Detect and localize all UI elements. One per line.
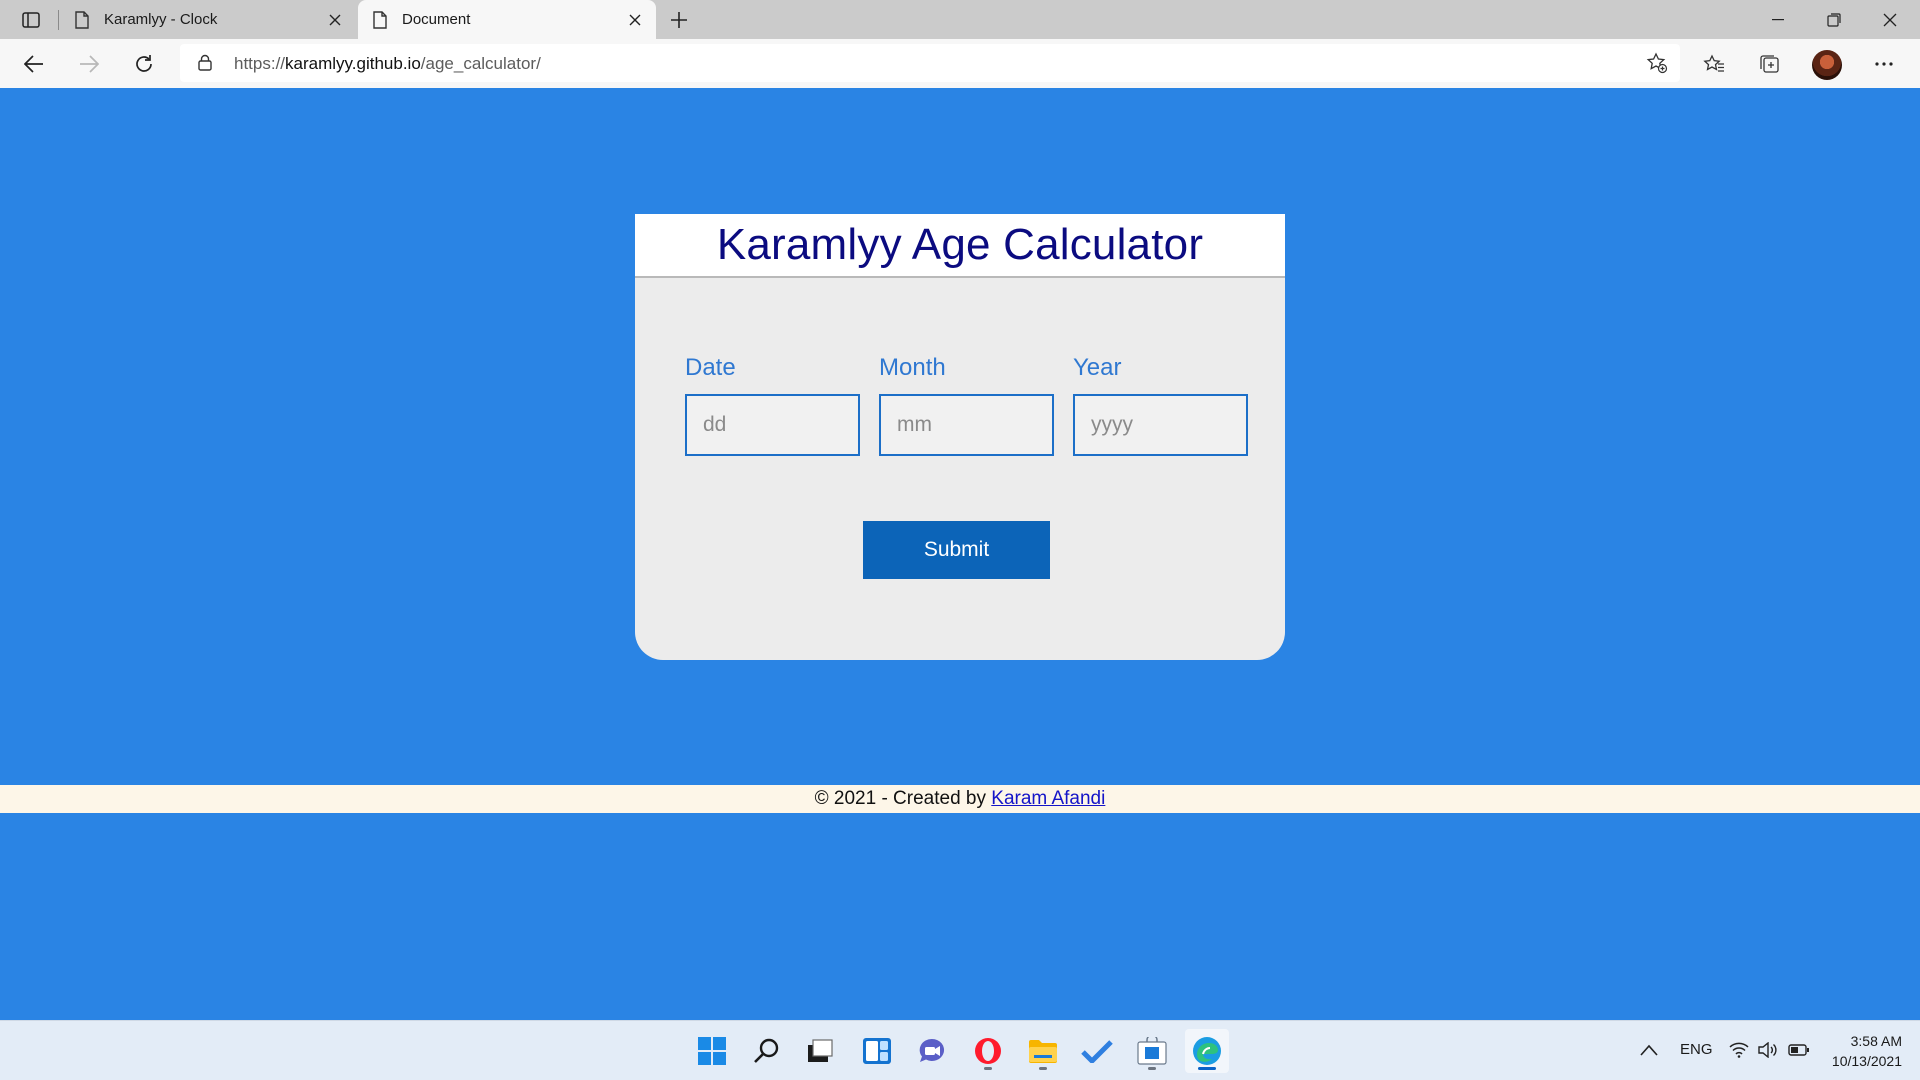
settings-menu-button[interactable]	[1866, 47, 1902, 81]
close-tab-icon[interactable]	[620, 5, 650, 35]
opera-button[interactable]	[966, 1029, 1010, 1073]
month-input[interactable]	[879, 394, 1054, 456]
restore-button[interactable]	[1806, 0, 1862, 39]
add-favorite-button[interactable]	[1644, 51, 1670, 75]
task-view-icon	[808, 1039, 833, 1062]
close-icon	[1883, 13, 1897, 26]
back-button[interactable]	[16, 47, 52, 81]
year-input[interactable]	[1073, 394, 1248, 456]
edge-button[interactable]	[1185, 1029, 1229, 1073]
forward-arrow-icon	[80, 55, 99, 73]
close-tab-icon[interactable]	[320, 5, 350, 35]
tab-document[interactable]: Document	[358, 0, 656, 39]
document-icon	[75, 10, 89, 29]
tab-strip: Karamlyy - Clock Document	[0, 0, 1920, 39]
url-scheme: https://	[234, 54, 286, 73]
star-add-icon	[1646, 52, 1668, 74]
browser-toolbar: https://karamlyy.github.io/age_calculato…	[0, 39, 1920, 88]
favorites-button[interactable]	[1696, 47, 1732, 81]
collections-icon	[1760, 55, 1779, 73]
url-text[interactable]: https://karamlyy.github.io/age_calculato…	[234, 54, 541, 74]
author-link[interactable]: Karam Afandi	[991, 788, 1105, 809]
plus-icon	[671, 12, 687, 28]
search-button[interactable]	[745, 1029, 789, 1073]
year-field-group: Year	[1073, 354, 1249, 456]
date-label: Date	[685, 354, 736, 381]
close-window-button[interactable]	[1862, 0, 1918, 39]
system-clock[interactable]: 3:58 AM 10/13/2021	[1832, 1031, 1902, 1071]
date-field-group: Date	[685, 354, 861, 456]
language-indicator[interactable]: ENG	[1680, 1041, 1713, 1058]
wifi-icon[interactable]	[1729, 1042, 1749, 1062]
start-button[interactable]	[690, 1029, 734, 1073]
todo-button[interactable]	[1075, 1029, 1119, 1073]
date-input[interactable]	[685, 394, 860, 456]
refresh-button[interactable]	[126, 47, 162, 81]
refresh-icon	[136, 55, 152, 72]
clock-date: 10/13/2021	[1831, 1053, 1902, 1069]
minimize-icon	[1772, 18, 1784, 20]
page-title: Karamlyy Age Calculator	[716, 220, 1204, 269]
profile-avatar[interactable]	[1812, 50, 1842, 80]
edge-icon	[1193, 1037, 1221, 1065]
tab-karamlyy-clock[interactable]: Karamlyy - Clock	[60, 0, 356, 39]
page-footer: © 2021 - Created by Karam Afandi	[0, 785, 1920, 813]
url-host: karamlyy.github.io	[285, 54, 421, 73]
favorites-icon	[1703, 54, 1724, 72]
lock-icon[interactable]	[198, 54, 212, 71]
year-label: Year	[1073, 354, 1122, 381]
widgets-button[interactable]	[855, 1029, 899, 1073]
chat-button[interactable]	[910, 1029, 954, 1073]
chevron-up-icon	[1640, 1044, 1658, 1056]
new-tab-button[interactable]	[664, 6, 694, 34]
show-hidden-icons-button[interactable]	[1640, 1043, 1658, 1060]
tab-separator	[58, 10, 59, 30]
minimize-button[interactable]	[1750, 0, 1806, 39]
month-field-group: Month	[879, 354, 1055, 456]
search-icon	[754, 1038, 779, 1063]
file-explorer-button[interactable]	[1021, 1029, 1065, 1073]
submit-button[interactable]: Submit	[863, 521, 1050, 579]
forward-button[interactable]	[71, 47, 107, 81]
card-header: Karamlyy Age Calculator	[635, 214, 1285, 278]
month-label: Month	[879, 354, 946, 381]
start-icon	[698, 1037, 726, 1065]
clock-time: 3:58 AM	[1850, 1033, 1902, 1049]
store-icon	[1137, 1037, 1167, 1065]
battery-icon[interactable]	[1788, 1043, 1810, 1061]
age-calculator-card: Karamlyy Age Calculator Date Month Year …	[635, 214, 1285, 660]
windows-taskbar: ENG 3:58 AM 10/13/2021	[0, 1020, 1920, 1080]
store-button[interactable]	[1130, 1029, 1174, 1073]
volume-icon[interactable]	[1758, 1041, 1778, 1062]
file-explorer-icon	[1029, 1040, 1057, 1063]
back-arrow-icon	[24, 55, 43, 73]
chat-icon	[919, 1038, 945, 1062]
document-icon	[373, 10, 387, 29]
tab-title: Karamlyy - Clock	[104, 11, 218, 28]
restore-icon	[1827, 12, 1841, 27]
more-dots-icon	[1875, 62, 1893, 66]
todo-icon	[1081, 1040, 1113, 1063]
footer-copyright: © 2021 - Created by	[814, 788, 992, 809]
tab-title: Document	[402, 11, 471, 28]
collections-button[interactable]	[1752, 47, 1788, 81]
tab-actions-icon[interactable]	[14, 8, 48, 32]
task-view-button[interactable]	[798, 1029, 842, 1073]
widgets-icon	[863, 1038, 891, 1064]
address-bar[interactable]: https://karamlyy.github.io/age_calculato…	[180, 44, 1680, 82]
url-path: /age_calculator/	[420, 54, 541, 73]
opera-icon	[975, 1038, 1001, 1064]
